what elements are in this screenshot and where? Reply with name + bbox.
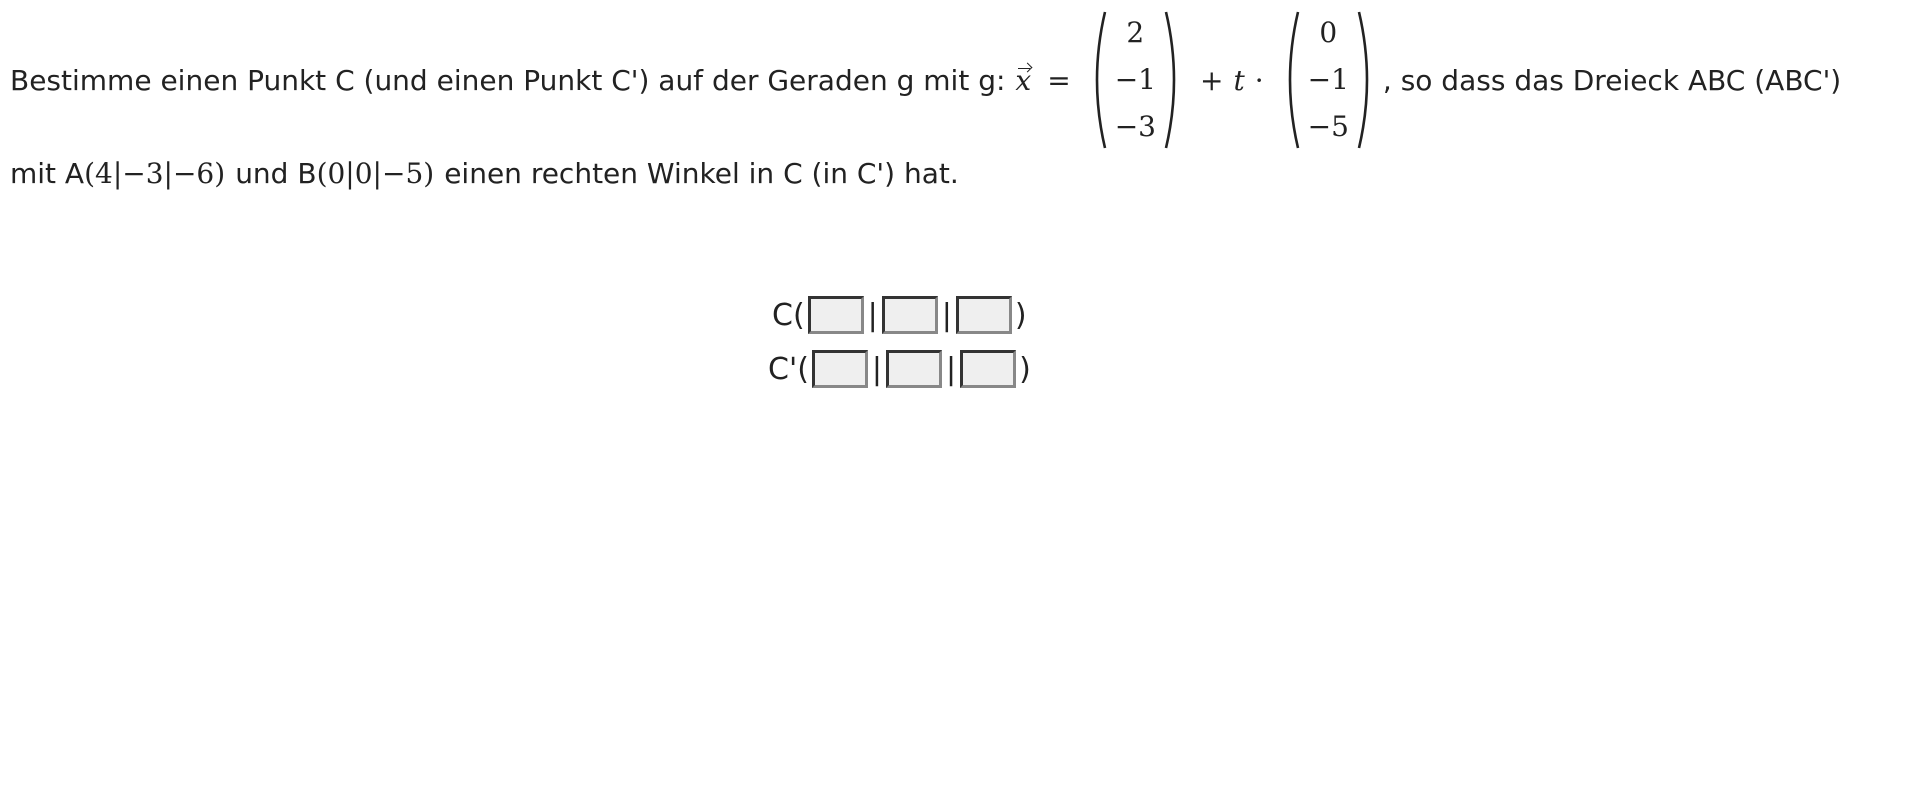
vector-x-symbol: x <box>1015 63 1032 97</box>
c-prime-close-paren: ) <box>1019 351 1031 387</box>
direction-vector-z: −5 <box>1307 110 1349 143</box>
coordinate-separator: | <box>871 351 883 387</box>
support-vector-x: 2 <box>1126 16 1145 49</box>
point-b-label: und B <box>235 156 317 190</box>
point-b-coordinates: (0|0|−5) <box>316 156 435 190</box>
right-paren-icon <box>1164 11 1176 149</box>
c-label: C( <box>772 297 805 333</box>
parameter-t: t <box>1233 63 1245 97</box>
dot-operator: · <box>1254 63 1264 97</box>
point-a-coordinates: (4|−3|−6) <box>84 156 226 190</box>
c-prime-y-input[interactable] <box>886 350 943 388</box>
coordinate-separator: | <box>867 297 878 333</box>
answer-row-c-prime: C'( | | ) <box>768 342 1031 396</box>
answer-row-c: C( | | ) <box>772 288 1031 342</box>
left-paren-icon <box>1288 11 1299 149</box>
direction-vector-y: −1 <box>1307 63 1349 96</box>
coordinate-separator: | <box>941 297 952 333</box>
point-a-label: mit A <box>10 156 85 190</box>
c-prime-label: C'( <box>768 351 809 387</box>
c-close-paren: ) <box>1014 297 1027 333</box>
coordinate-separator: | <box>946 351 957 387</box>
plus-sign: + <box>1199 63 1224 97</box>
right-paren-icon <box>1357 11 1369 149</box>
task-line-1: Bestimme einen Punkt C (und einen Punkt … <box>10 0 1841 160</box>
left-paren-icon <box>1095 11 1106 149</box>
c-prime-z-input[interactable] <box>960 350 1017 388</box>
c-z-input[interactable] <box>955 296 1012 334</box>
task-text-ending: einen rechten Winkel in C (in C') hat. <box>444 156 959 190</box>
support-vector-z: −3 <box>1114 110 1156 143</box>
support-vector: 2 −1 −3 <box>1087 10 1184 150</box>
direction-vector-x: 0 <box>1319 16 1338 49</box>
c-x-input[interactable] <box>807 296 864 334</box>
answer-area: C( | | ) C'( | | ) <box>768 288 1031 396</box>
task-text-intro: Bestimme einen Punkt C (und einen Punkt … <box>10 63 1006 97</box>
direction-vector: 0 −1 −5 <box>1280 10 1377 150</box>
equals-sign: = <box>1047 63 1071 97</box>
c-y-input[interactable] <box>881 296 938 334</box>
support-vector-y: −1 <box>1114 63 1156 96</box>
task-text-continuation: , so dass das Dreieck ABC (ABC') <box>1382 63 1842 97</box>
task-line-2: mit A (4|−3|−6) und B (0|0|−5) einen rec… <box>10 148 959 198</box>
c-prime-x-input[interactable] <box>811 350 868 388</box>
